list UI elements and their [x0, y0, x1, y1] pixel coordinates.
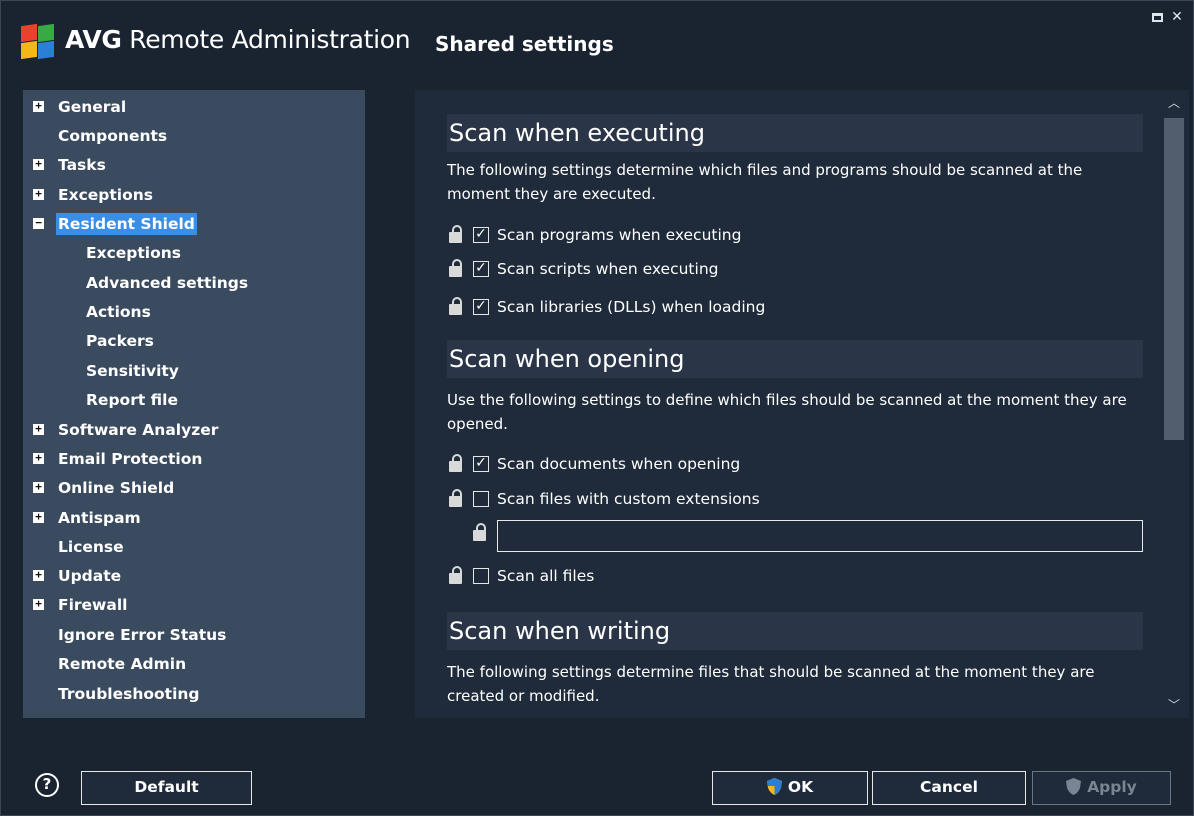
cancel-button-label: Cancel: [920, 778, 978, 796]
tree-item-label: Components: [58, 127, 168, 145]
option-label: Scan programs when executing: [497, 226, 742, 244]
section-heading-opening: Scan when opening: [447, 340, 1143, 378]
tree-item-label: Advanced settings: [86, 274, 249, 292]
settings-content: Scan when executing The following settin…: [415, 90, 1159, 718]
help-icon[interactable]: ?: [35, 773, 59, 797]
tree-item-label: Online Shield: [58, 479, 175, 497]
shield-icon: [766, 775, 782, 795]
section-heading-writing: Scan when writing: [447, 612, 1143, 650]
shield-icon: [1066, 775, 1082, 795]
expand-icon[interactable]: +: [33, 481, 44, 493]
close-icon: ✕: [1171, 9, 1183, 25]
tree-item-label: Email Protection: [58, 450, 203, 468]
restore-button[interactable]: [1149, 10, 1165, 26]
scan-scripts-checkbox[interactable]: ✓: [473, 261, 489, 277]
avg-window: AVG Remote Administration Shared setting…: [0, 0, 1194, 816]
scroll-down-icon[interactable]: ﹀: [1159, 696, 1189, 718]
scan-libraries-checkbox[interactable]: ✓: [473, 299, 489, 315]
default-button[interactable]: Default: [81, 771, 252, 805]
option-label: Scan libraries (DLLs) when loading: [497, 298, 766, 316]
lock-icon[interactable]: [449, 223, 463, 245]
section-description: The following settings determine files t…: [447, 663, 1095, 705]
ok-button-label: OK: [787, 778, 814, 796]
tree-item-label: Packers: [86, 332, 154, 350]
option-label: Scan scripts when executing: [497, 260, 719, 278]
expand-icon[interactable]: +: [33, 188, 44, 200]
expand-icon[interactable]: +: [33, 511, 44, 523]
option-label: Scan all files: [497, 567, 595, 585]
ok-button[interactable]: OK: [712, 771, 868, 805]
page-title: Shared settings: [435, 32, 614, 56]
expand-icon[interactable]: +: [33, 598, 44, 610]
tree-item-label: Remote Admin: [58, 655, 187, 673]
tree-item-label: Exceptions: [58, 186, 154, 204]
scan-custom-extensions-checkbox[interactable]: [473, 491, 489, 507]
title-bar: AVG Remote Administration Shared setting…: [1, 1, 1193, 85]
tree-item-label: Troubleshooting: [58, 685, 200, 703]
tree-item-label: Resident Shield: [56, 213, 197, 235]
lock-icon[interactable]: [449, 257, 463, 279]
expand-icon[interactable]: +: [33, 569, 44, 581]
extensions-lock[interactable]: [473, 521, 493, 545]
apply-button-label: Apply: [1087, 778, 1137, 796]
lock-icon[interactable]: [449, 452, 463, 474]
expand-icon[interactable]: +: [33, 100, 44, 112]
default-button-label: Default: [134, 778, 199, 796]
scan-documents-checkbox[interactable]: ✓: [473, 456, 489, 472]
section-description: Use the following settings to define whi…: [447, 391, 1127, 433]
lock-icon[interactable]: [449, 564, 463, 586]
tree-item-label: Firewall: [58, 596, 128, 614]
avg-logo-icon: [21, 23, 55, 60]
tree-item-label: Ignore Error Status: [58, 626, 227, 644]
tree-item-label: Software Analyzer: [58, 421, 219, 439]
expand-icon[interactable]: +: [33, 423, 44, 435]
scan-all-files-checkbox[interactable]: [473, 568, 489, 584]
section-heading-executing: Scan when executing: [447, 114, 1143, 152]
tree-item-label: Sensitivity: [86, 362, 179, 380]
app-brand: AVG: [65, 25, 122, 54]
apply-button[interactable]: Apply: [1032, 771, 1171, 805]
restore-icon: [1151, 13, 1163, 22]
content-scrollbar[interactable]: ︿ ﹀: [1159, 90, 1189, 718]
tree-item-label: Report file: [86, 391, 178, 409]
tree-item-label: Actions: [86, 303, 151, 321]
expand-icon[interactable]: +: [33, 452, 44, 464]
tree-item-label: License: [58, 538, 124, 556]
collapse-icon[interactable]: −: [33, 217, 44, 229]
close-button[interactable]: ✕: [1169, 10, 1185, 26]
app-name-text: Remote Administration: [129, 25, 411, 54]
cancel-button[interactable]: Cancel: [872, 771, 1026, 805]
scan-programs-checkbox[interactable]: ✓: [473, 227, 489, 243]
tree-item-label: Update: [58, 567, 122, 585]
tree-item-label: General: [58, 98, 127, 116]
app-name: AVG Remote Administration: [65, 25, 411, 54]
scroll-up-icon[interactable]: ︿: [1159, 90, 1189, 112]
lock-icon[interactable]: [449, 295, 463, 317]
option-label: Scan documents when opening: [497, 455, 741, 473]
tree-item-label: Exceptions: [86, 244, 182, 262]
lock-icon[interactable]: [449, 487, 463, 509]
tree-item-label: Tasks: [58, 156, 106, 174]
scroll-thumb[interactable]: [1164, 118, 1184, 440]
lock-icon[interactable]: [473, 521, 487, 543]
settings-tree: + General Components + Tasks + Exception…: [23, 90, 365, 718]
expand-icon[interactable]: +: [33, 158, 44, 170]
option-label: Scan files with custom extensions: [497, 490, 760, 508]
section-description: The following settings determine which f…: [447, 161, 1083, 203]
tree-item-label: Antispam: [58, 509, 141, 527]
custom-extensions-input[interactable]: [497, 520, 1143, 552]
